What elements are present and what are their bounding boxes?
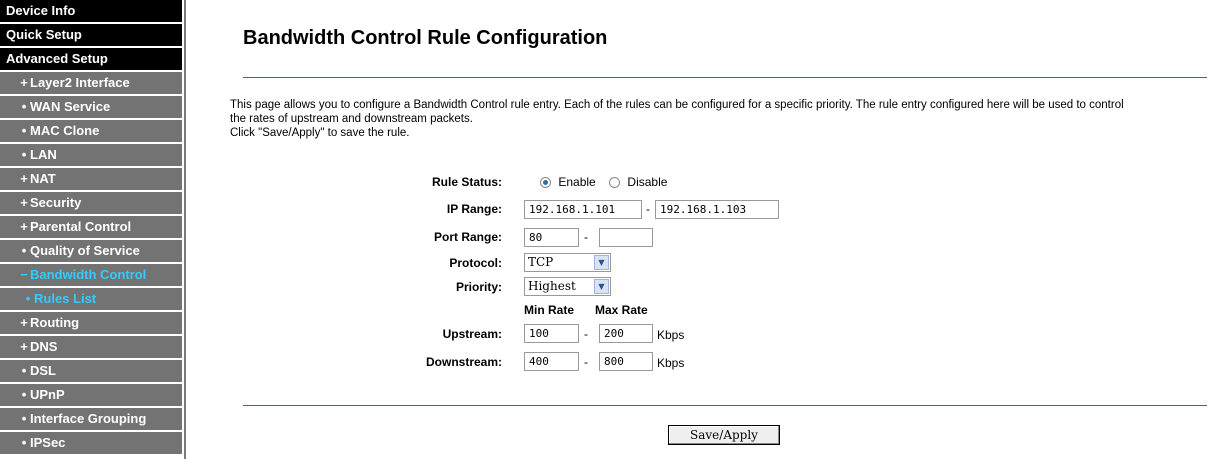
- sidebar-item-label: MAC Clone: [30, 123, 100, 138]
- chevron-down-icon: ▼: [594, 255, 609, 270]
- rule-status-label: Rule Status:: [431, 175, 502, 189]
- save-apply-button[interactable]: Save/Apply: [668, 425, 780, 445]
- sidebar-item-interface-grouping[interactable]: • Interface Grouping: [0, 408, 182, 430]
- upstream-dash: -: [584, 327, 588, 341]
- port-start-input[interactable]: 80: [524, 228, 579, 247]
- sidebar-bullet-icon: +: [20, 339, 28, 354]
- form-divider: [243, 405, 1207, 406]
- sidebar-item-label: UPnP: [30, 387, 65, 402]
- sidebar-item-rules-list[interactable]: • Rules List: [0, 288, 182, 310]
- sidebar-item-label: LAN: [30, 147, 57, 162]
- sidebar-item-label: Layer2 Interface: [30, 75, 130, 90]
- sidebar-bullet-icon: •: [21, 411, 27, 426]
- description-line-2: the rates of upstream and downstream pac…: [230, 113, 473, 125]
- port-end-input[interactable]: [599, 228, 653, 247]
- chevron-down-icon: ▼: [594, 279, 609, 294]
- sidebar-bullet-icon: +: [20, 195, 28, 210]
- downstream-unit: Kbps: [657, 356, 685, 370]
- main-content: Bandwidth Control Rule Configuration Thi…: [186, 0, 1208, 459]
- description-line-1: This page allows you to configure a Band…: [230, 99, 1124, 111]
- priority-select[interactable]: Highest ▼: [524, 277, 611, 296]
- sidebar-item-label: Quality of Service: [30, 243, 140, 258]
- sidebar-item-dsl[interactable]: • DSL: [0, 360, 182, 382]
- downstream-max-input[interactable]: 800: [599, 352, 653, 371]
- sidebar-item-label: DSL: [30, 363, 56, 378]
- sidebar-item-label: Advanced Setup: [6, 51, 108, 66]
- downstream-min-input[interactable]: 400: [524, 352, 579, 371]
- sidebar-item-dns[interactable]: + DNS: [0, 336, 182, 358]
- sidebar-item-label: Device Info: [6, 3, 76, 18]
- sidebar-bullet-icon: −: [20, 267, 28, 282]
- sidebar-item-layer2-interface[interactable]: + Layer2 Interface: [0, 72, 182, 94]
- sidebar-bullet-icon: •: [21, 147, 27, 162]
- sidebar-bullet-icon: •: [21, 243, 27, 258]
- priority-value: Highest: [528, 279, 576, 293]
- ip-range-label: IP Range:: [446, 202, 502, 216]
- sidebar-item-label: NAT: [30, 171, 56, 186]
- port-range-dash: -: [584, 230, 588, 244]
- upstream-unit: Kbps: [657, 328, 685, 342]
- sidebar-item-ipsec[interactable]: • IPSec: [0, 432, 182, 454]
- upstream-min-input[interactable]: 100: [524, 324, 579, 343]
- downstream-label: Downstream:: [425, 355, 502, 369]
- sidebar-bullet-icon: +: [20, 75, 28, 90]
- ip-end-input[interactable]: 192.168.1.103: [655, 200, 779, 219]
- disable-label: Disable: [627, 175, 668, 189]
- sidebar-bullet-icon: +: [20, 315, 28, 330]
- sidebar: Device Info Quick Setup Advanced Setup + Lay…: [0, 0, 182, 459]
- sidebar-bullet-icon: •: [25, 291, 31, 306]
- ip-range-dash: -: [646, 202, 650, 216]
- sidebar-bullet-icon: +: [20, 171, 28, 186]
- upstream-max-input[interactable]: 200: [599, 324, 653, 343]
- sidebar-item-label: WAN Service: [30, 99, 111, 114]
- sidebar-item-label: Security: [30, 195, 82, 210]
- rule-status-group: Enable Disable: [540, 175, 667, 189]
- sidebar-item-label: Rules List: [34, 291, 97, 306]
- sidebar-item-quality-of-service[interactable]: • Quality of Service: [0, 240, 182, 262]
- sidebar-item-bandwidth-control[interactable]: − Bandwidth Control: [0, 264, 182, 286]
- sidebar-item-routing[interactable]: + Routing: [0, 312, 182, 334]
- sidebar-item-label: DNS: [30, 339, 58, 354]
- sidebar-bullet-icon: +: [20, 219, 28, 234]
- port-range-label: Port Range:: [433, 230, 502, 244]
- title-divider: [243, 77, 1207, 78]
- sidebar-item-device-info[interactable]: Device Info: [0, 0, 182, 22]
- sidebar-item-advanced-setup[interactable]: Advanced Setup: [0, 48, 182, 70]
- sidebar-item-upnp[interactable]: • UPnP: [0, 384, 182, 406]
- enable-label: Enable: [558, 175, 596, 189]
- sidebar-item-label: Bandwidth Control: [30, 267, 147, 282]
- sidebar-bullet-icon: •: [21, 363, 27, 378]
- page-title: Bandwidth Control Rule Configuration: [243, 27, 608, 49]
- sidebar-item-label: Routing: [30, 315, 80, 330]
- sidebar-item-lan[interactable]: • LAN: [0, 144, 182, 166]
- sidebar-bullet-icon: •: [21, 435, 27, 450]
- sidebar-item-security[interactable]: + Security: [0, 192, 182, 214]
- sidebar-bullet-icon: •: [21, 99, 27, 114]
- protocol-select[interactable]: TCP ▼: [524, 253, 611, 272]
- sidebar-bullet-icon: •: [21, 123, 27, 138]
- sidebar-item-wan-service[interactable]: • WAN Service: [0, 96, 182, 118]
- sidebar-item-quick-setup[interactable]: Quick Setup: [0, 24, 182, 46]
- description-line-3: Click "Save/Apply" to save the rule.: [230, 127, 410, 139]
- max-rate-header: Max Rate: [595, 303, 648, 317]
- sidebar-item-label: IPSec: [30, 435, 66, 450]
- sidebar-bullet-icon: •: [21, 387, 27, 402]
- upstream-label: Upstream:: [442, 327, 502, 341]
- sidebar-item-label: Quick Setup: [6, 27, 82, 42]
- sidebar-item-parental-control[interactable]: + Parental Control: [0, 216, 182, 238]
- sidebar-item-nat[interactable]: + NAT: [0, 168, 182, 190]
- priority-label: Priority:: [455, 280, 502, 294]
- protocol-value: TCP: [528, 255, 554, 269]
- protocol-label: Protocol:: [449, 256, 502, 270]
- disable-radio[interactable]: [609, 177, 621, 188]
- sidebar-item-mac-clone[interactable]: • MAC Clone: [0, 120, 182, 142]
- sidebar-item-label: Parental Control: [30, 219, 132, 234]
- page-description: This page allows you to configure a Band…: [230, 98, 1208, 140]
- downstream-dash: -: [584, 355, 588, 369]
- min-rate-header: Min Rate: [524, 303, 575, 317]
- enable-radio[interactable]: [540, 177, 551, 188]
- sidebar-item-label: Interface Grouping: [30, 411, 147, 426]
- ip-start-input[interactable]: 192.168.1.101: [524, 200, 642, 219]
